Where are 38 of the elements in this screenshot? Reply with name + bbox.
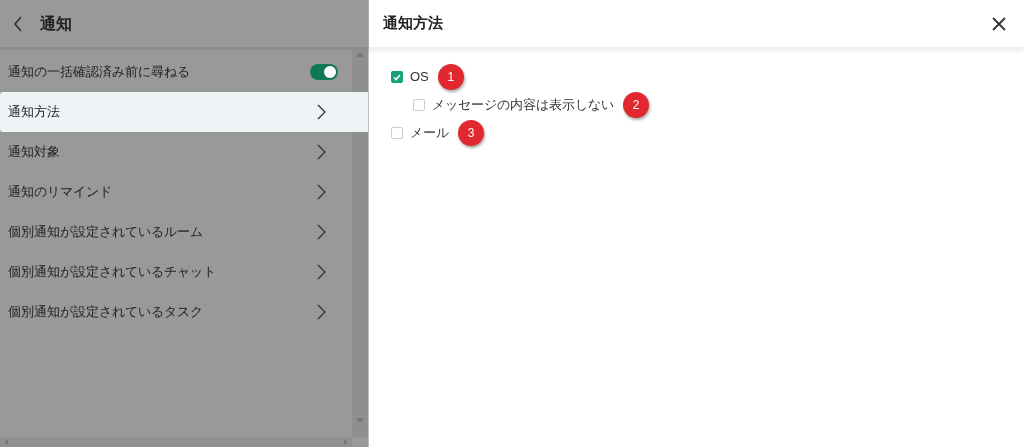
number-badge: 3 — [458, 120, 484, 146]
chevron-right-icon — [317, 184, 326, 200]
item-label: 通知の一括確認済み前に尋ねる — [8, 63, 190, 82]
chevron-right-icon — [317, 224, 326, 240]
item-label: 通知方法 — [8, 103, 60, 122]
option-label: OS — [410, 68, 429, 87]
settings-item[interactable]: 個別通知が設定されているルーム — [0, 212, 352, 252]
option-label: メール — [410, 124, 449, 143]
checkbox[interactable] — [413, 99, 425, 111]
settings-item[interactable]: 通知対象 — [0, 132, 352, 172]
item-label: 通知対象 — [8, 143, 60, 162]
toggle-switch[interactable] — [310, 64, 338, 80]
item-label: 個別通知が設定されているルーム — [8, 223, 203, 242]
settings-item[interactable]: 通知のリマインド — [0, 172, 352, 212]
page-title: 通知 — [40, 13, 72, 34]
vertical-scrollbar[interactable] — [352, 48, 368, 437]
chevron-right-icon — [317, 104, 326, 120]
number-badge: 2 — [623, 92, 649, 118]
chevron-right-icon — [317, 304, 326, 320]
dialog-title: 通知方法 — [383, 13, 443, 34]
item-label: 個別通知が設定されているチャット — [8, 263, 216, 282]
option-label: メッセージの内容は表示しない — [432, 96, 614, 115]
scroll-down-icon[interactable] — [356, 418, 364, 423]
number-badge: 1 — [437, 64, 464, 90]
checkbox[interactable] — [391, 71, 403, 83]
settings-item[interactable]: 個別通知が設定されているタスク — [0, 292, 352, 332]
item-label: 個別通知が設定されているタスク — [8, 303, 203, 322]
back-icon[interactable] — [12, 14, 24, 33]
scroll-up-icon[interactable] — [356, 52, 364, 57]
horizontal-scrollbar[interactable] — [0, 437, 352, 447]
settings-item[interactable]: 個別通知が設定されているチャット — [0, 252, 352, 292]
chevron-right-icon — [317, 144, 326, 160]
checkbox[interactable] — [391, 127, 403, 139]
chevron-right-icon — [317, 264, 326, 280]
settings-item[interactable]: 通知方法 — [0, 92, 368, 132]
settings-item[interactable]: 通知の一括確認済み前に尋ねる — [0, 52, 352, 92]
close-icon[interactable] — [992, 16, 1006, 31]
item-label: 通知のリマインド — [8, 183, 112, 202]
